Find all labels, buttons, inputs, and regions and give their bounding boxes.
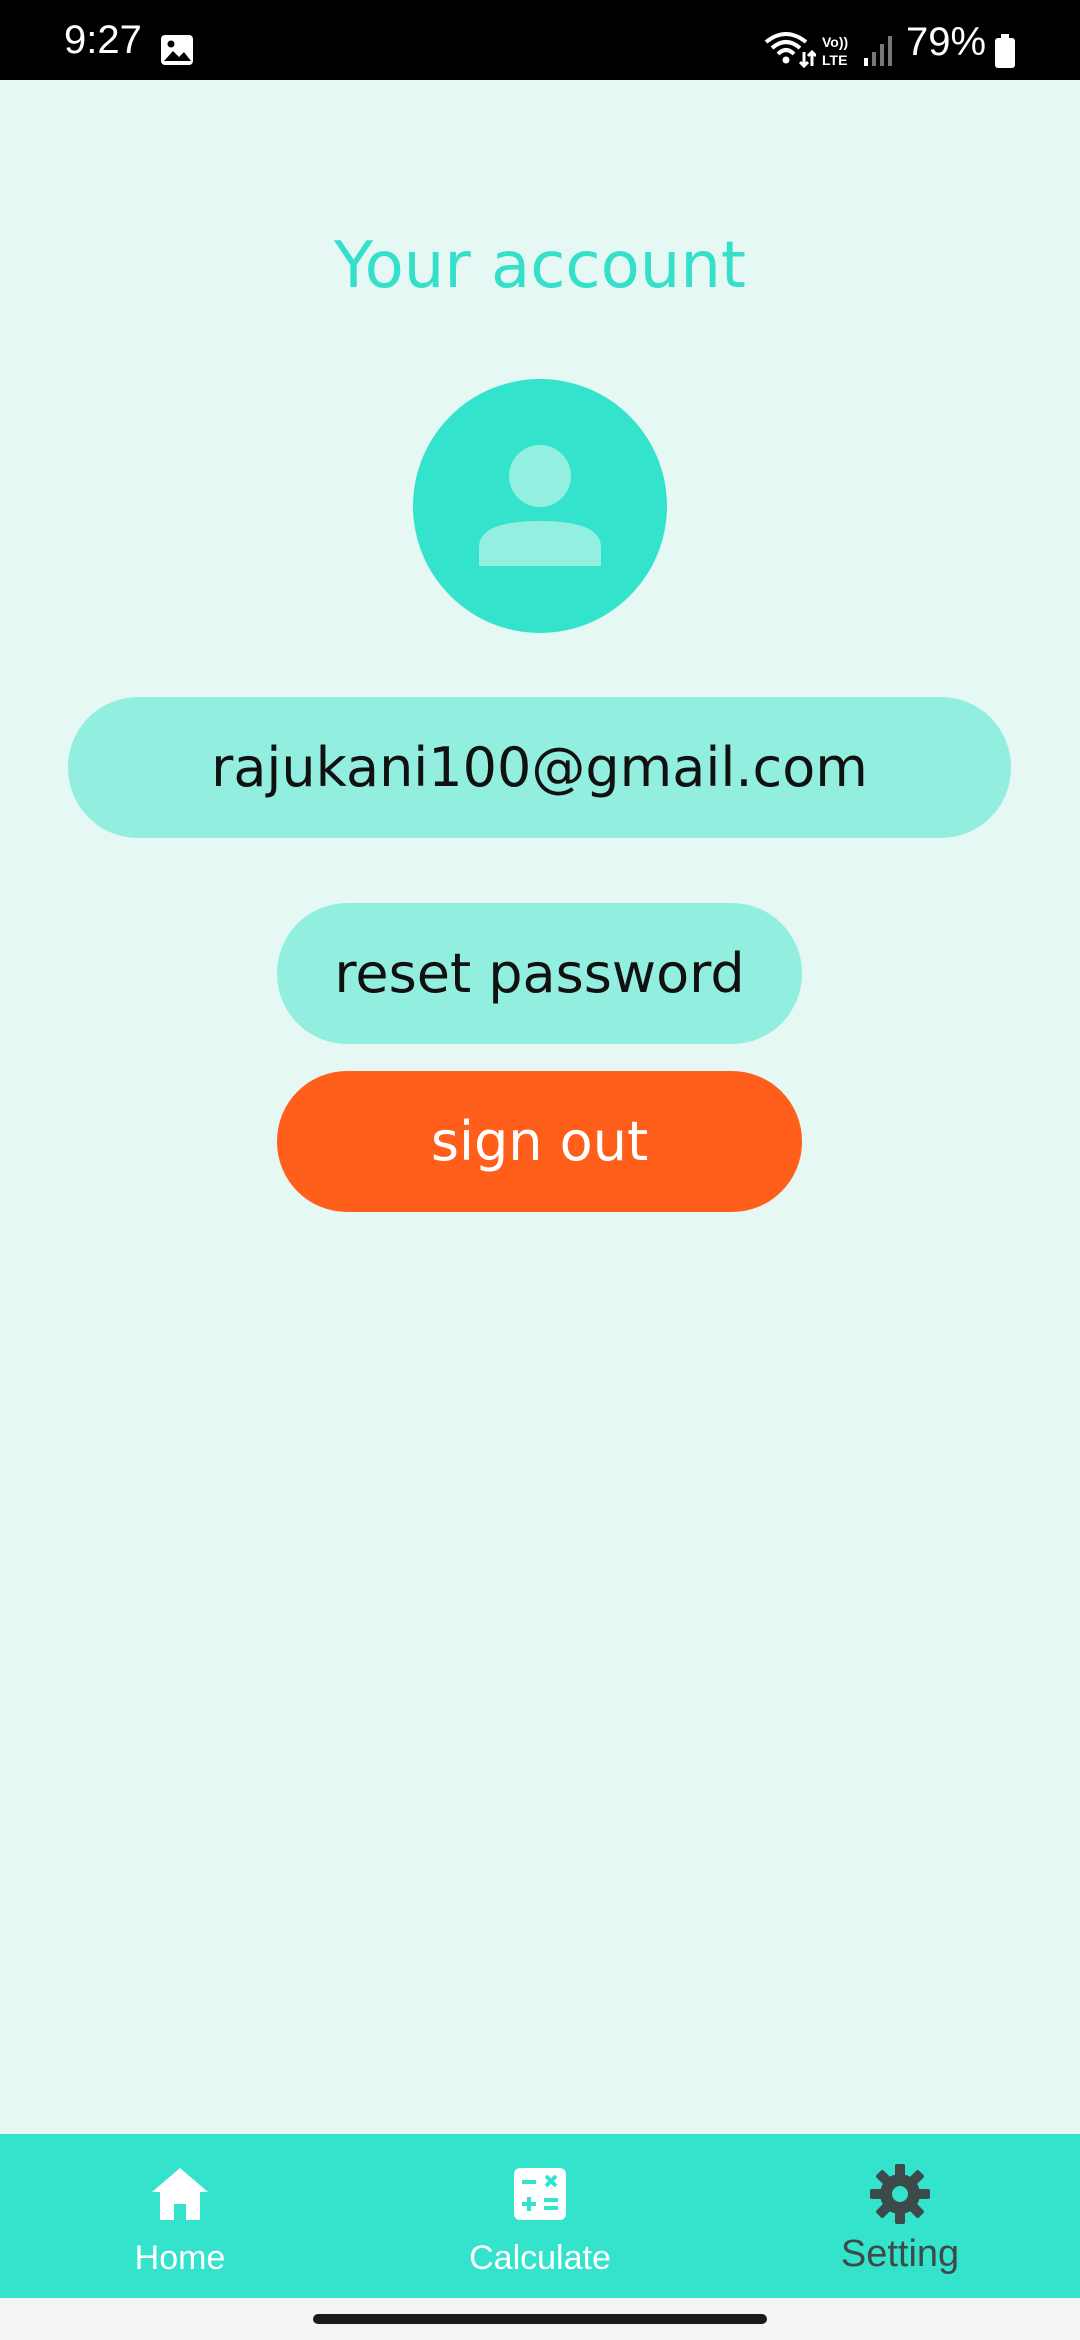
nav-label-calculate: Calculate — [469, 2239, 611, 2277]
nav-item-setting[interactable]: Setting — [720, 2134, 1080, 2298]
nav-label-home: Home — [134, 2239, 226, 2277]
gesture-navigation-area — [0, 2298, 1080, 2340]
svg-text:Vo)): Vo)) — [822, 34, 848, 50]
home-icon — [152, 2168, 208, 2220]
signal-icon — [864, 36, 892, 66]
page-title: Your account — [334, 229, 746, 303]
nav-label-setting: Setting — [840, 2233, 960, 2275]
avatar — [413, 379, 667, 633]
battery-percent: 79% — [906, 20, 987, 64]
reset-password-button[interactable]: reset password — [277, 903, 802, 1044]
sign-out-button[interactable]: sign out — [277, 1071, 802, 1212]
home-gesture-bar[interactable] — [313, 2314, 767, 2324]
volte-icon: Vo)) LTE — [822, 34, 848, 68]
wifi-icon — [764, 32, 816, 68]
calculator-icon — [514, 2168, 566, 2220]
gear-icon — [870, 2164, 930, 2224]
nav-item-home[interactable]: Home — [0, 2134, 360, 2298]
status-bar: 9:27 Vo)) LTE 79% — [0, 0, 1080, 80]
status-time: 9:27 — [64, 18, 142, 62]
bottom-navigation: Home Calculate Setting — [0, 2134, 1080, 2298]
person-icon — [479, 445, 601, 566]
svg-text:LTE: LTE — [822, 52, 847, 68]
nav-item-calculate[interactable]: Calculate — [360, 2134, 720, 2298]
email-display: rajukani100@gmail.com — [68, 697, 1011, 838]
gallery-icon — [161, 35, 193, 65]
battery-icon — [995, 34, 1015, 68]
